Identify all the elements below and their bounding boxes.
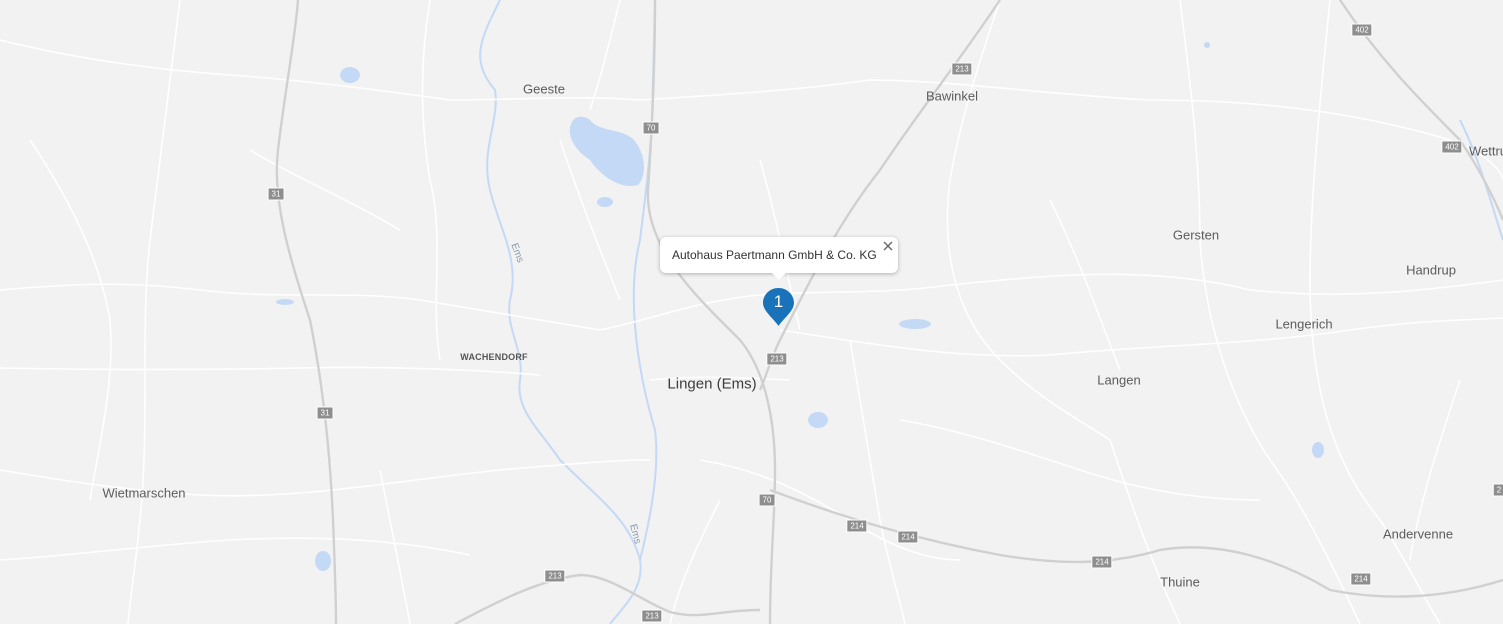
place-label-city: Lingen (Ems) <box>667 375 757 393</box>
place-label: Handrup <box>1406 262 1456 278</box>
road-shield: 31 <box>267 187 285 201</box>
road-shield: 213 <box>641 609 663 623</box>
place-label: Wietmarschen <box>102 485 186 501</box>
road-shield: 213 <box>766 352 788 366</box>
road-shield: 31 <box>316 406 334 420</box>
info-window-title: Autohaus Paertmann GmbH & Co. KG <box>672 248 877 262</box>
close-icon[interactable] <box>882 239 894 251</box>
place-label: WACHENDORF <box>460 352 528 362</box>
road-shield: 213 <box>544 569 566 583</box>
road-shield: 214 <box>897 530 919 544</box>
place-label: Bawinkel <box>925 88 979 104</box>
place-label: Langen <box>1097 372 1141 388</box>
road-shield: 214 <box>1091 555 1113 569</box>
marker-info-window: Autohaus Paertmann GmbH & Co. KG <box>660 237 898 280</box>
map-canvas[interactable] <box>0 0 1503 624</box>
place-label: Andervenne <box>1382 526 1454 542</box>
place-label: Lengerich <box>1275 316 1333 332</box>
place-label: Geeste <box>523 81 565 97</box>
marker-number: 1 <box>773 292 784 311</box>
road-shield: 213 <box>951 62 973 76</box>
place-label: Thuine <box>1160 574 1200 590</box>
road-shield: 214 <box>1350 572 1372 586</box>
road-shield: 402 <box>1441 140 1463 154</box>
place-label: Gersten <box>1172 227 1220 243</box>
place-label: Wettru <box>1468 143 1503 159</box>
road-shield: 214 <box>846 519 868 533</box>
road-shield: 70 <box>642 121 660 135</box>
road-shield: 70 <box>758 493 776 507</box>
map-marker[interactable]: 1 <box>762 287 795 327</box>
road-shield: 2 <box>1492 483 1503 497</box>
road-shield: 402 <box>1351 23 1373 37</box>
